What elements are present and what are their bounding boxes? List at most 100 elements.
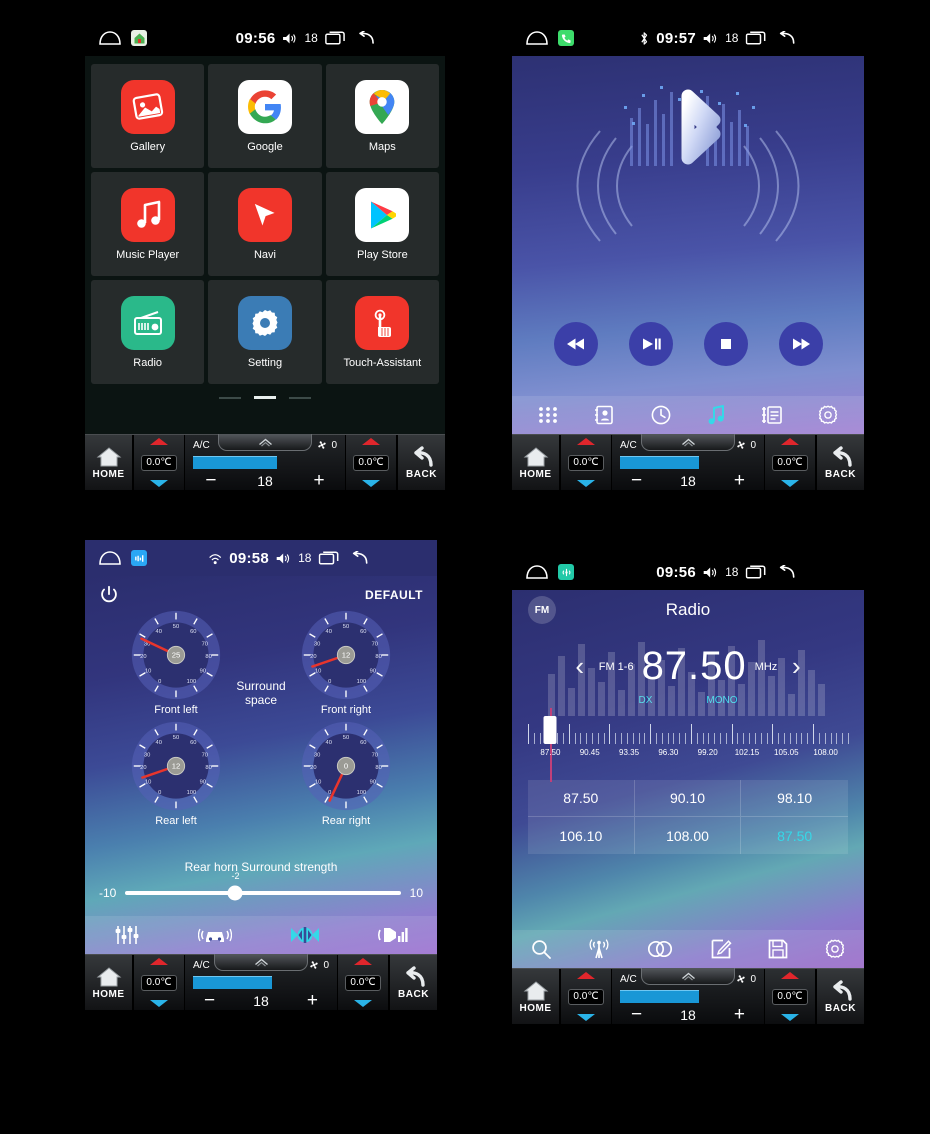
tuning-scale[interactable]: 87.50 90.45 93.35 96.30 99.20 102.15 105.05 108… — [528, 708, 849, 782]
eq-tab-equalizer[interactable] — [114, 924, 140, 946]
back-button[interactable]: BACK — [816, 435, 864, 490]
home-outline-icon[interactable] — [526, 565, 548, 579]
play-pause-button[interactable] — [628, 322, 673, 366]
home-button[interactable]: HOME — [85, 955, 133, 1010]
right-temp-control[interactable]: 0.0℃ — [764, 435, 816, 490]
temp-level-bar[interactable] — [620, 456, 699, 469]
right-temp-down-icon[interactable] — [354, 1000, 372, 1007]
left-temp-control[interactable]: 0.0℃ — [560, 435, 612, 490]
gauge-front-left[interactable]: 50 60 70 80 90 100 40 30 20 10 0 25 Front left — [128, 607, 224, 716]
app-tile-touch-assistant[interactable]: Touch-Assistant — [325, 280, 439, 384]
temp-increase-button[interactable]: + — [314, 471, 325, 490]
page-dot-active[interactable] — [254, 396, 276, 399]
ac-label[interactable]: A/C — [193, 960, 210, 971]
preset-button[interactable]: 87.50 — [528, 780, 635, 817]
volume-icon[interactable] — [276, 552, 291, 565]
eq-tab-balance[interactable] — [290, 924, 320, 946]
temp-decrease-button[interactable]: − — [204, 991, 215, 1010]
app-tile-music-player[interactable]: Music Player — [91, 172, 205, 276]
radio-edit-button[interactable] — [710, 938, 732, 960]
right-temp-up-icon[interactable] — [781, 972, 799, 979]
home-button[interactable]: HOME — [512, 969, 560, 1024]
back-button[interactable]: BACK — [389, 955, 437, 1010]
app-tile-setting[interactable]: Setting — [208, 280, 322, 384]
recents-icon[interactable] — [318, 551, 339, 565]
right-temp-down-icon[interactable] — [362, 480, 380, 487]
tuning-cursor[interactable] — [543, 716, 557, 744]
chevron-left-icon[interactable]: ‹ — [569, 651, 591, 682]
preset-button[interactable]: 90.10 — [634, 780, 742, 817]
preset-button[interactable]: 98.10 — [741, 780, 848, 817]
right-temp-control[interactable]: 0.0℃ — [764, 969, 816, 1024]
gauge-rear-left[interactable]: 50 60 70 80 90 100 40 30 20 10 0 12 Rear left — [128, 718, 224, 827]
recents-icon[interactable] — [324, 31, 345, 45]
app-tile-google[interactable]: Google — [208, 64, 322, 168]
home-button[interactable]: HOME — [512, 435, 560, 490]
home-button[interactable]: HOME — [85, 435, 133, 490]
app-tile-play-store[interactable]: Play Store — [325, 172, 439, 276]
left-temp-control[interactable]: 0.0℃ — [560, 969, 612, 1024]
bt-nav-settings[interactable] — [817, 404, 839, 426]
vent-up-button[interactable] — [218, 434, 312, 451]
slider-knob[interactable] — [227, 885, 243, 901]
eq-tab-car-surround[interactable] — [198, 924, 232, 946]
back-arrow-icon[interactable] — [345, 551, 368, 565]
ac-label[interactable]: A/C — [620, 440, 637, 451]
chevron-right-icon[interactable]: › — [785, 651, 807, 682]
eq-app-icon[interactable] — [131, 550, 147, 566]
previous-track-button[interactable] — [553, 322, 598, 366]
right-temp-down-icon[interactable] — [781, 480, 799, 487]
temp-increase-button[interactable]: + — [734, 1005, 745, 1024]
ac-label[interactable]: A/C — [620, 974, 637, 985]
back-button[interactable]: BACK — [816, 969, 864, 1024]
bt-nav-dialpad[interactable] — [537, 405, 559, 425]
back-button[interactable]: BACK — [397, 435, 445, 490]
preset-button-active[interactable]: 87.50 — [741, 817, 848, 854]
fan-speed-control[interactable]: 0 — [316, 439, 337, 451]
temp-increase-button[interactable]: + — [307, 991, 318, 1010]
app-tile-radio[interactable]: Radio — [91, 280, 205, 384]
app-tile-maps[interactable]: Maps — [325, 64, 439, 168]
right-temp-up-icon[interactable] — [362, 438, 380, 445]
fan-speed-control[interactable]: 0 — [735, 439, 756, 451]
fan-speed-control[interactable]: 0 — [735, 973, 756, 985]
radio-stereo-button[interactable] — [646, 939, 674, 959]
house-app-icon[interactable] — [131, 30, 147, 46]
radio-search-button[interactable] — [530, 938, 552, 960]
left-temp-down-icon[interactable] — [150, 480, 168, 487]
temp-level-bar[interactable] — [620, 990, 699, 1003]
left-temp-down-icon[interactable] — [577, 1014, 595, 1021]
left-temp-control[interactable]: 0.0℃ — [133, 435, 185, 490]
right-temp-control[interactable]: 0.0℃ — [345, 435, 397, 490]
phone-app-icon[interactable] — [558, 30, 574, 46]
home-outline-icon[interactable] — [526, 31, 548, 45]
radio-settings-button[interactable] — [824, 938, 846, 960]
radio-antenna-button[interactable] — [587, 938, 611, 960]
gauge-front-right[interactable]: 50 60 70 80 90 100 40 30 20 10 0 12 Front right — [298, 607, 394, 716]
gauge-rear-right[interactable]: 50 60 70 80 90 100 40 30 20 10 0 0 Rear right — [298, 718, 394, 827]
right-temp-up-icon[interactable] — [354, 958, 372, 965]
volume-icon[interactable] — [703, 566, 718, 579]
fan-speed-control[interactable]: 0 — [308, 959, 329, 971]
vent-up-button[interactable] — [641, 434, 735, 451]
temp-decrease-button[interactable]: − — [631, 471, 642, 490]
page-dot[interactable] — [289, 396, 311, 399]
recents-icon[interactable] — [745, 565, 766, 579]
bt-nav-music[interactable] — [706, 404, 726, 426]
volume-icon[interactable] — [283, 32, 298, 45]
app-tile-gallery[interactable]: Gallery — [91, 64, 205, 168]
left-temp-control[interactable]: 0.0℃ — [133, 955, 185, 1010]
temp-level-bar[interactable] — [193, 456, 277, 469]
back-arrow-icon[interactable] — [352, 31, 374, 45]
left-temp-up-icon[interactable] — [577, 972, 595, 979]
left-temp-up-icon[interactable] — [150, 438, 168, 445]
vent-up-button[interactable] — [214, 954, 308, 971]
page-dot[interactable] — [219, 396, 241, 399]
right-temp-up-icon[interactable] — [781, 438, 799, 445]
stop-button[interactable] — [703, 322, 748, 366]
slider-track[interactable]: -2 — [125, 871, 401, 901]
surround-strength-slider[interactable]: -10 -2 10 — [85, 871, 437, 916]
vent-up-button[interactable] — [641, 968, 735, 985]
home-outline-icon[interactable] — [99, 31, 121, 45]
temp-increase-button[interactable]: + — [734, 471, 745, 490]
